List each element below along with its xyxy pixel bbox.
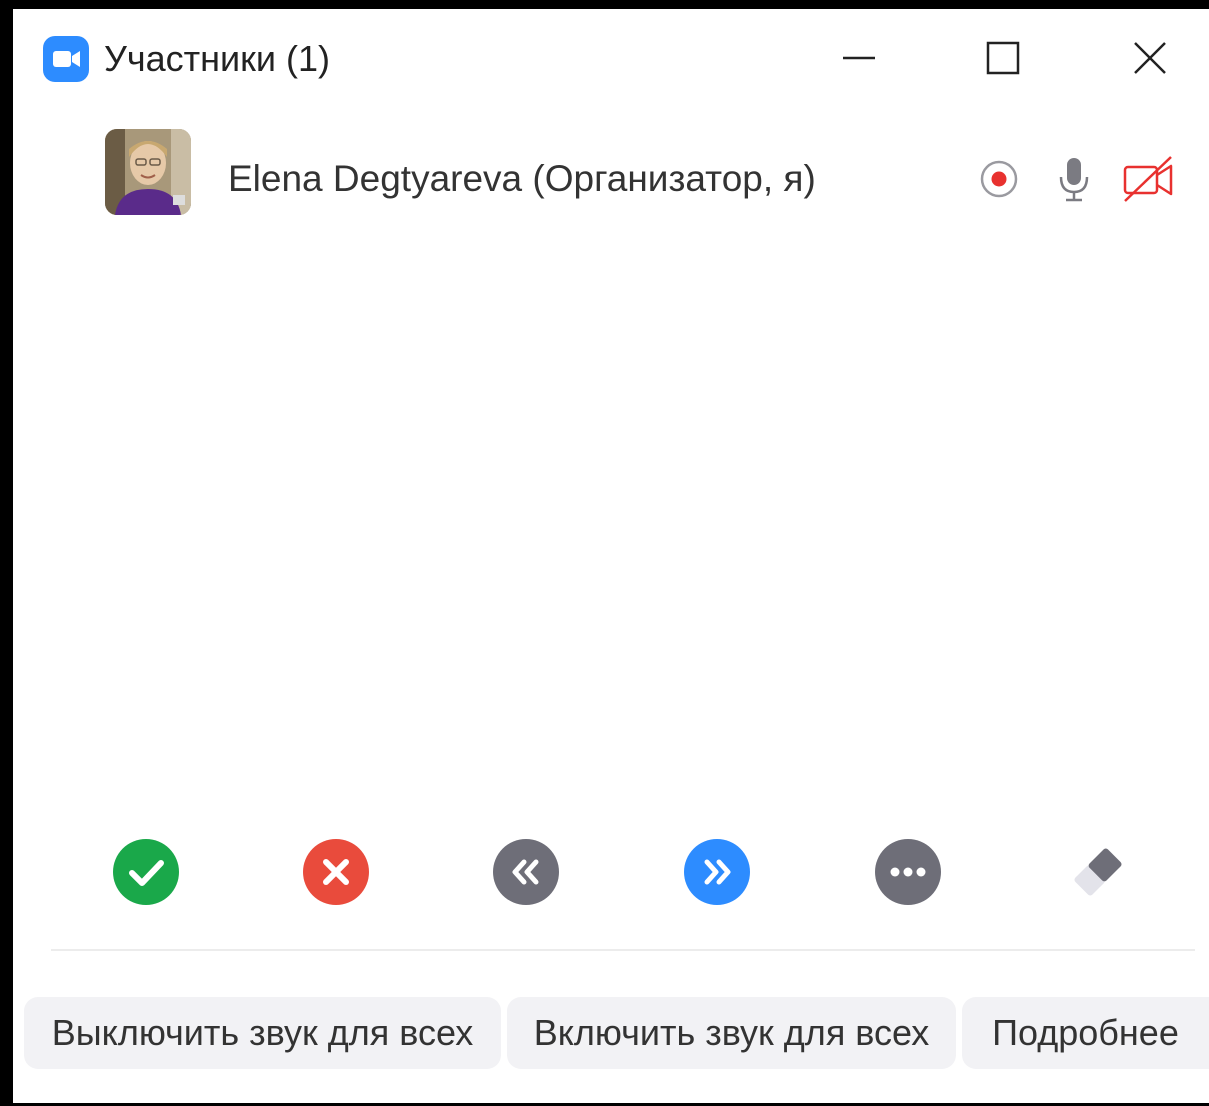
go-faster-button[interactable] — [684, 839, 750, 905]
participant-name: Elena Degtyareva (Организатор, я) — [228, 158, 816, 199]
more-reactions-button[interactable] — [875, 839, 941, 905]
slower-icon — [512, 859, 539, 885]
recording-indicator — [973, 153, 1025, 205]
title-bar: Участники (1) — [13, 9, 1209, 109]
minimize-icon — [843, 56, 875, 60]
microphone-icon — [1059, 158, 1089, 202]
participant-video-button[interactable] — [1121, 153, 1173, 205]
faster-icon — [704, 859, 731, 885]
participant-mute-button[interactable] — [1048, 153, 1100, 205]
eraser-icon — [1074, 848, 1122, 896]
more-icon — [890, 867, 926, 877]
no-button[interactable] — [303, 839, 369, 905]
close-button[interactable] — [1121, 31, 1181, 87]
divider — [51, 949, 1195, 951]
minimize-button[interactable] — [831, 31, 891, 87]
reaction-bar — [13, 829, 1209, 919]
maximize-button[interactable] — [975, 31, 1035, 87]
yes-button[interactable] — [113, 839, 179, 905]
unmute-all-button[interactable]: Включить звук для всех — [507, 997, 956, 1069]
maximize-icon — [986, 41, 1020, 75]
video-off-icon — [1123, 156, 1173, 202]
recording-icon — [980, 160, 1018, 198]
cross-icon — [323, 859, 349, 885]
check-icon — [129, 860, 164, 886]
window-title: Участники (1) — [104, 38, 330, 79]
avatar — [105, 129, 191, 215]
participants-window: Участники (1) Elena Degtyareva (Организа… — [0, 0, 1209, 1106]
clear-all-button[interactable] — [1065, 839, 1131, 905]
more-options-button[interactable]: Подробнее — [962, 997, 1209, 1069]
close-icon — [1134, 42, 1166, 74]
go-slower-button[interactable] — [493, 839, 559, 905]
participant-row[interactable]: Elena Degtyareva (Организатор, я) — [13, 119, 1209, 239]
zoom-camera-icon — [43, 36, 89, 82]
mute-all-button[interactable]: Выключить звук для всех — [24, 997, 501, 1069]
